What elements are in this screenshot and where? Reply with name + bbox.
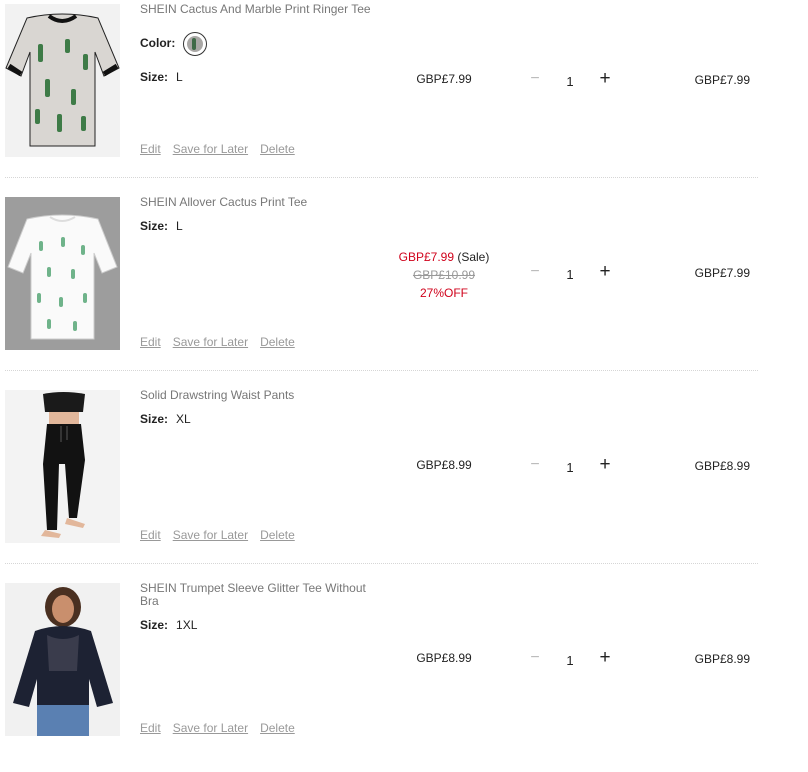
product-title[interactable]: SHEIN Allover Cactus Print Tee (140, 196, 380, 209)
unit-price: GBP£8.99 (416, 458, 472, 472)
product-title[interactable]: Solid Drawstring Waist Pants (140, 389, 380, 402)
quantity-value[interactable]: 1 (562, 267, 578, 282)
save-for-later-link[interactable]: Save for Later (173, 528, 248, 542)
size-label: Size: (140, 412, 169, 426)
glitter-tee-image (5, 583, 120, 736)
cart-item: SHEIN Cactus And Marble Print Ringer Tee… (0, 0, 808, 193)
item-actions: Edit Save for Later Delete (140, 528, 307, 542)
cart-item: SHEIN Trumpet Sleeve Glitter Tee Without… (0, 579, 808, 772)
product-image[interactable] (5, 583, 120, 736)
unit-price: GBP£7.99 (Sale) GBP£10.99 27%OFF (380, 248, 508, 302)
size-label: Size: (140, 219, 169, 233)
sale-tag: (Sale) (457, 250, 490, 264)
line-total: GBP£8.99 (694, 459, 750, 473)
product-title[interactable]: SHEIN Trumpet Sleeve Glitter Tee Without… (140, 582, 380, 608)
line-total: GBP£7.99 (694, 266, 750, 280)
increase-quantity-button[interactable]: + (596, 648, 614, 667)
drawstring-pants-image (5, 390, 120, 543)
item-actions: Edit Save for Later Delete (140, 721, 307, 735)
size-label: Size: (140, 618, 169, 632)
size-attribute: Size: L (140, 70, 183, 84)
size-label: Size: (140, 70, 169, 84)
tee-cactus-print-image (5, 197, 120, 350)
delete-link[interactable]: Delete (260, 528, 295, 542)
divider (5, 177, 758, 178)
size-value: XL (176, 412, 191, 426)
save-for-later-link[interactable]: Save for Later (173, 335, 248, 349)
increase-quantity-button[interactable]: + (596, 69, 614, 88)
size-attribute: Size: XL (140, 412, 191, 426)
increase-quantity-button[interactable]: + (596, 455, 614, 474)
decrease-quantity-button[interactable]: − (528, 457, 542, 473)
color-attribute: Color: (140, 36, 183, 50)
size-value: 1XL (176, 618, 198, 632)
save-for-later-link[interactable]: Save for Later (173, 721, 248, 735)
color-swatch[interactable] (183, 32, 207, 56)
decrease-quantity-button[interactable]: − (528, 650, 542, 666)
original-price: GBP£10.99 (412, 268, 476, 282)
edit-link[interactable]: Edit (140, 142, 161, 156)
unit-price: GBP£7.99 (416, 72, 472, 86)
line-total: GBP£7.99 (694, 73, 750, 87)
tee-marble-cactus-image (5, 4, 120, 157)
product-image[interactable] (5, 390, 120, 543)
discount-label: 27%OFF (419, 286, 468, 300)
divider (5, 370, 758, 371)
product-title[interactable]: SHEIN Cactus And Marble Print Ringer Tee (140, 3, 380, 16)
edit-link[interactable]: Edit (140, 528, 161, 542)
save-for-later-link[interactable]: Save for Later (173, 142, 248, 156)
cart-item: Solid Drawstring Waist Pants Size: XL GBP… (0, 386, 808, 579)
line-total: GBP£8.99 (694, 652, 750, 666)
size-attribute: Size: 1XL (140, 618, 197, 632)
delete-link[interactable]: Delete (260, 335, 295, 349)
product-image[interactable] (5, 197, 120, 350)
swatch-pattern-icon (187, 36, 203, 52)
cart-item: SHEIN Allover Cactus Print Tee Size: L GB… (0, 193, 808, 386)
sale-price: GBP£7.99 (398, 250, 454, 264)
item-actions: Edit Save for Later Delete (140, 142, 307, 156)
size-value: L (176, 70, 183, 84)
unit-price: GBP£8.99 (416, 651, 472, 665)
product-image[interactable] (5, 4, 120, 157)
edit-link[interactable]: Edit (140, 721, 161, 735)
increase-quantity-button[interactable]: + (596, 262, 614, 281)
size-value: L (176, 219, 183, 233)
quantity-value[interactable]: 1 (562, 74, 578, 89)
edit-link[interactable]: Edit (140, 335, 161, 349)
color-label: Color: (140, 36, 176, 50)
quantity-value[interactable]: 1 (562, 460, 578, 475)
decrease-quantity-button[interactable]: − (528, 264, 542, 280)
quantity-value[interactable]: 1 (562, 653, 578, 668)
divider (5, 563, 758, 564)
item-actions: Edit Save for Later Delete (140, 335, 307, 349)
decrease-quantity-button[interactable]: − (528, 71, 542, 87)
delete-link[interactable]: Delete (260, 721, 295, 735)
delete-link[interactable]: Delete (260, 142, 295, 156)
sale-price-line: GBP£7.99 (Sale) (380, 248, 508, 266)
size-attribute: Size: L (140, 219, 183, 233)
